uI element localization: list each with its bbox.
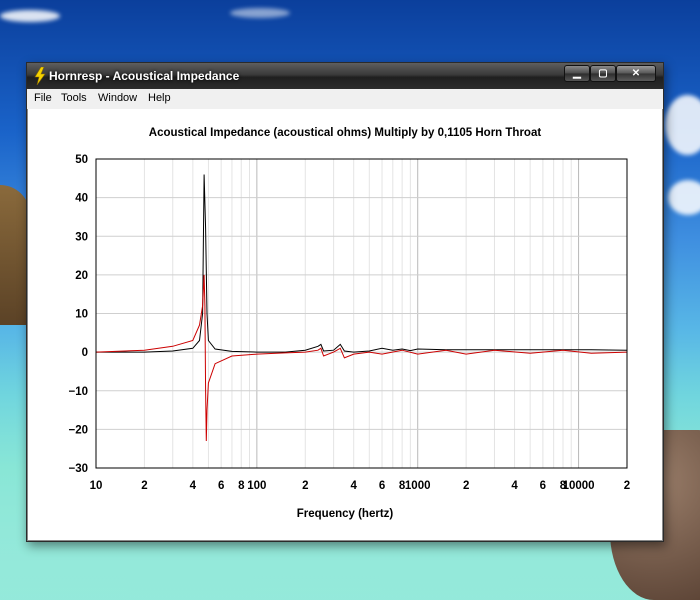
x-tick-label: 6 (218, 480, 224, 492)
minimize-button[interactable]: ▁ (564, 65, 590, 82)
menu-file[interactable]: File (34, 92, 52, 104)
cloud (230, 8, 290, 18)
cloud (0, 10, 60, 22)
series-line-2 (95, 274, 628, 442)
x-tick-label: 4 (511, 480, 518, 492)
cloud (665, 95, 700, 155)
y-tick-label: −10 (68, 386, 88, 398)
x-tick-label: 4 (190, 480, 197, 492)
y-tick-label: 40 (75, 193, 88, 205)
x-tick-label: 2 (141, 480, 147, 492)
x-tick-label: 4 (351, 480, 358, 492)
close-button[interactable]: ✕ (616, 65, 656, 82)
hornresp-window: Hornresp - Acoustical Impedance ▁ ▢ ✕ Fi… (26, 62, 664, 542)
y-tick-label: 20 (75, 270, 88, 282)
x-tick-label: 2 (463, 480, 469, 492)
menu-help[interactable]: Help (148, 92, 171, 104)
x-tick-label: 10 (90, 480, 103, 492)
menu-tools[interactable]: Tools (61, 92, 87, 104)
y-tick-label: 10 (75, 309, 88, 321)
series-group (95, 174, 628, 442)
cloud (668, 180, 700, 215)
chart-area: Acoustical Impedance (acoustical ohms) M… (28, 109, 662, 540)
grid (95, 158, 628, 469)
x-tick-label: 10000 (563, 480, 595, 492)
x-tick-label: 1000 (405, 480, 431, 492)
x-tick-label: 100 (247, 480, 266, 492)
x-tick-label: 8 (238, 480, 245, 492)
y-tick-label: −30 (68, 463, 88, 475)
series-line-1 (96, 174, 628, 353)
impedance-chart: 50403020100−10−20−30 10 2 4 6 8 100 2 4 6 8 1000 2 4… (68, 154, 631, 492)
x-axis-label: Frequency (hertz) (296, 508, 394, 520)
x-tick-label: 6 (379, 480, 385, 492)
menu-bar: File Tools Window Help (27, 89, 663, 109)
x-axis: 10 2 4 6 8 100 2 4 6 8 1000 2 4 6 810000 2 (90, 480, 631, 492)
y-tick-label: 0 (82, 347, 88, 359)
x-tick-label: 2 (624, 480, 630, 492)
x-tick-label: 2 (302, 480, 308, 492)
y-tick-label: 30 (75, 231, 88, 243)
window-title: Hornresp - Acoustical Impedance (49, 69, 240, 83)
title-bar[interactable]: Hornresp - Acoustical Impedance ▁ ▢ ✕ (27, 63, 663, 89)
maximize-button[interactable]: ▢ (590, 65, 616, 82)
y-tick-label: 50 (75, 154, 88, 166)
y-axis: 50 40 30 20 10 0 −10 −20 −30 (68, 154, 88, 475)
menu-window[interactable]: Window (98, 92, 137, 104)
lightning-icon (34, 67, 46, 85)
y-tick-label: −20 (68, 424, 88, 436)
x-tick-label: 6 (540, 480, 546, 492)
